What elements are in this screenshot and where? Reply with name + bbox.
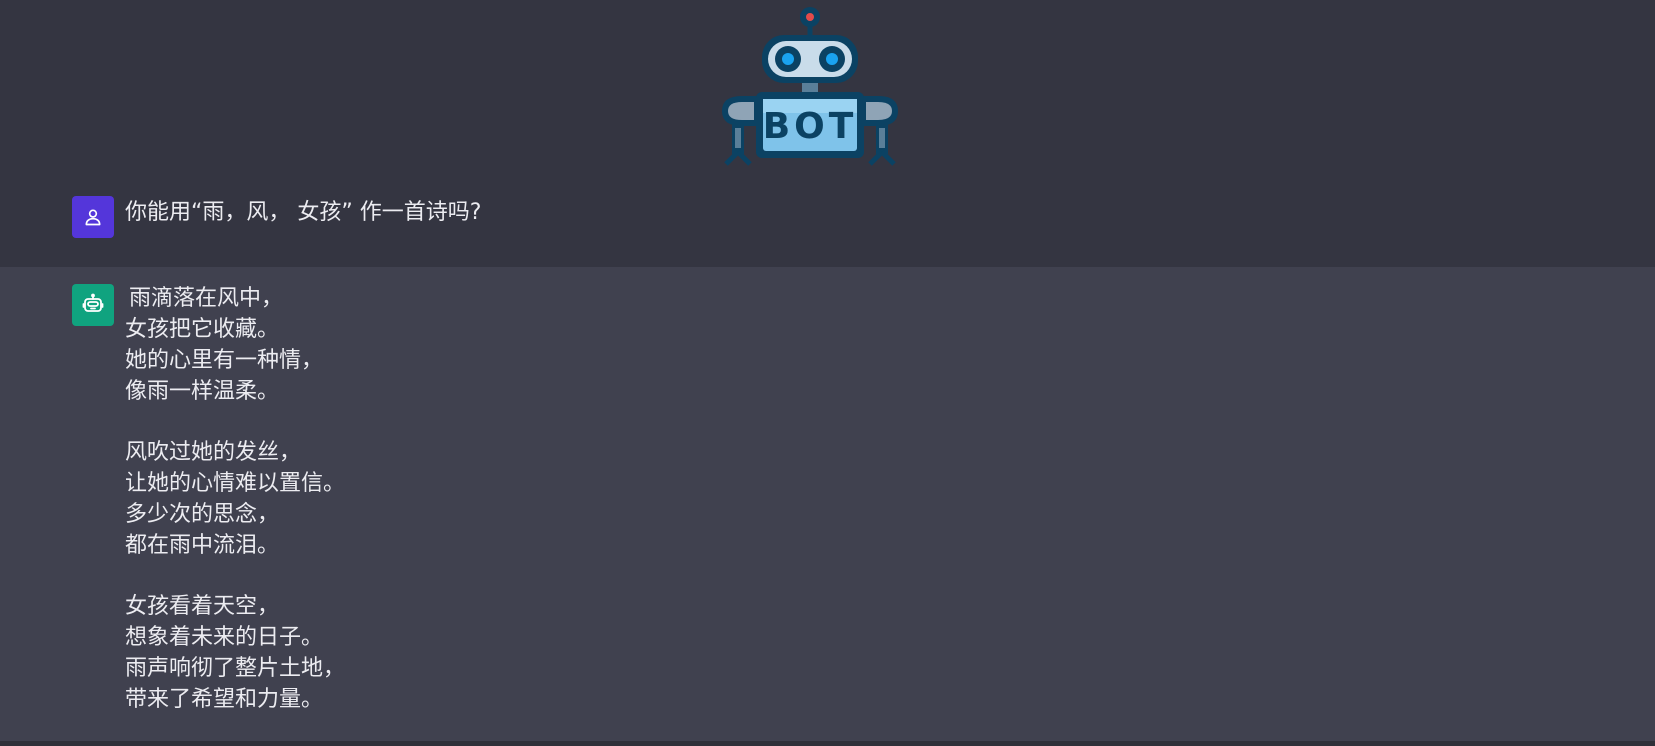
bot-logo-text: BOT [763,106,858,147]
bot-avatar [72,284,114,326]
poem-line: 女孩看着天空， [125,594,280,619]
poem-stanza: 雨滴落在风中， 女孩把它收藏。 她的心里有一种情， 像雨一样温柔。 [125,283,345,407]
poem-line: 带来了希望和力量。 [125,687,324,712]
bot-message-text: 雨滴落在风中， 女孩把它收藏。 她的心里有一种情， 像雨一样温柔。 风吹过她的发… [125,283,345,715]
hero-banner: BOT [0,0,1655,185]
poem-line: 雨声响彻了整片土地， [125,656,346,681]
bot-message-row: 雨滴落在风中， 女孩把它收藏。 她的心里有一种情， 像雨一样温柔。 风吹过她的发… [0,267,1655,741]
poem-line: 女孩把它收藏。 [125,317,280,342]
chat-page: BOT 你能用“雨，风， 女孩” 作一首诗吗? 雨滴落在风中， 女孩把它收藏。 … [0,0,1655,746]
robot-icon [82,293,104,312]
poem-line: 她的心里有一种情， [125,348,324,373]
bottom-divider [0,741,1655,746]
poem-line: 都在雨中流泪。 [125,533,280,558]
poem-line: 雨滴落在风中， [129,286,284,311]
poem-stanza: 女孩看着天空， 想象着未来的日子。 雨声响彻了整片土地， 带来了希望和力量。 [125,591,345,715]
user-message-text: 你能用“雨，风， 女孩” 作一首诗吗? [125,200,482,225]
poem-line: 多少次的思念， [125,502,280,527]
bot-logo-icon: BOT [722,7,898,166]
poem-line: 像雨一样温柔。 [125,379,280,404]
poem-stanza: 风吹过她的发丝， 让她的心情难以置信。 多少次的思念， 都在雨中流泪。 [125,437,345,561]
poem-line: 让她的心情难以置信。 [125,471,346,496]
user-message-row: 你能用“雨，风， 女孩” 作一首诗吗? [0,185,1655,267]
user-icon [85,209,101,226]
user-avatar [72,196,114,238]
poem-line: 风吹过她的发丝， [125,440,302,465]
poem-line: 想象着未来的日子。 [125,625,324,650]
